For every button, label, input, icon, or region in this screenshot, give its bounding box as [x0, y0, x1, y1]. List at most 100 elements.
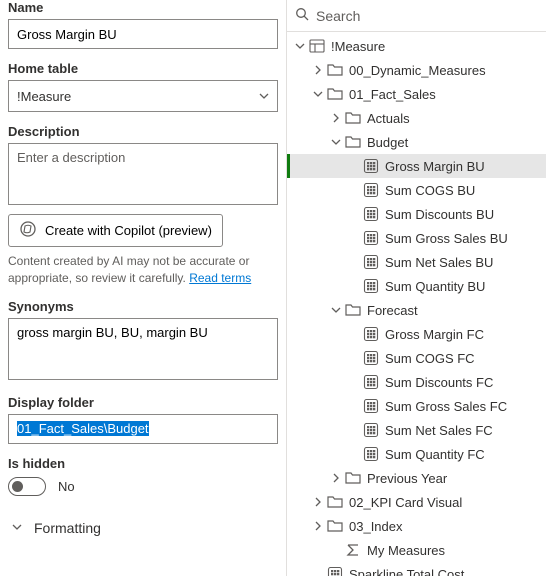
measure-icon: [363, 326, 379, 342]
tree-item[interactable]: Sparkline Total Cost: [287, 562, 546, 576]
read-terms-link[interactable]: Read terms: [189, 271, 251, 285]
synonyms-label: Synonyms: [8, 299, 278, 314]
tree-item[interactable]: Sum COGS BU: [287, 178, 546, 202]
copilot-icon: [19, 220, 37, 241]
chevron-down-icon[interactable]: [311, 89, 325, 99]
measure-icon: [363, 230, 379, 246]
tree-item[interactable]: Sum Gross Sales BU: [287, 226, 546, 250]
tree-item[interactable]: Actuals: [287, 106, 546, 130]
chevron-right-icon[interactable]: [329, 473, 343, 483]
tree-item[interactable]: 03_Index: [287, 514, 546, 538]
tree-item[interactable]: Sum Net Sales FC: [287, 418, 546, 442]
measure-icon: [363, 206, 379, 222]
tree-item[interactable]: Sum Discounts FC: [287, 370, 546, 394]
synonyms-input[interactable]: gross margin BU, BU, margin BU: [8, 318, 278, 380]
measure-icon: [363, 182, 379, 198]
tree-item-label: Sum Discounts FC: [385, 375, 493, 390]
folder-icon: [345, 302, 361, 318]
name-label: Name: [8, 0, 278, 15]
measure-icon: [363, 398, 379, 414]
tree-item-label: 03_Index: [349, 519, 403, 534]
tree-item[interactable]: Sum Quantity BU: [287, 274, 546, 298]
ai-disclaimer: Content created by AI may not be accurat…: [8, 253, 278, 287]
search-icon: [295, 7, 310, 25]
tree-item[interactable]: Sum Quantity FC: [287, 442, 546, 466]
fields-pane: !Measure 00_Dynamic_Measures 01_Fact_Sales…: [287, 0, 546, 576]
tree-item[interactable]: Gross Margin BU: [287, 154, 546, 178]
chevron-down-icon[interactable]: [293, 41, 307, 51]
home-table-label: Home table: [8, 61, 278, 76]
chevron-down-icon: [259, 91, 269, 101]
chevron-down-icon[interactable]: [329, 137, 343, 147]
folder-icon: [327, 62, 343, 78]
tree-item[interactable]: My Measures: [287, 538, 546, 562]
is-hidden-state: No: [58, 479, 75, 494]
copilot-label: Create with Copilot (preview): [45, 223, 212, 238]
is-hidden-toggle[interactable]: [8, 477, 46, 496]
folder-icon: [327, 494, 343, 510]
tree-item-label: My Measures: [367, 543, 445, 558]
display-folder-input[interactable]: 01_Fact_Sales\Budget: [8, 414, 278, 444]
tree-item-label: Sum Gross Sales BU: [385, 231, 508, 246]
table-icon: [309, 38, 325, 54]
tree-item[interactable]: Gross Margin FC: [287, 322, 546, 346]
properties-pane: Name Home table !Measure Description Cre…: [0, 0, 287, 576]
tree-item-label: 00_Dynamic_Measures: [349, 63, 486, 78]
folder-icon: [345, 470, 361, 486]
tree-item[interactable]: Sum Discounts BU: [287, 202, 546, 226]
description-input[interactable]: [8, 143, 278, 205]
folder-icon: [345, 134, 361, 150]
name-input[interactable]: [8, 19, 278, 49]
tree-item[interactable]: 01_Fact_Sales: [287, 82, 546, 106]
measure-icon: [363, 374, 379, 390]
tree-item-label: Sum Quantity BU: [385, 279, 485, 294]
measure-icon: [363, 158, 379, 174]
chevron-right-icon[interactable]: [311, 521, 325, 531]
measure-icon: [363, 350, 379, 366]
measure-icon: [363, 254, 379, 270]
fields-tree: !Measure 00_Dynamic_Measures 01_Fact_Sales…: [287, 32, 546, 576]
tree-item[interactable]: !Measure: [287, 34, 546, 58]
search-input[interactable]: [316, 8, 538, 24]
is-hidden-label: Is hidden: [8, 456, 278, 471]
tree-item[interactable]: Sum Net Sales BU: [287, 250, 546, 274]
tree-item-label: Sum Gross Sales FC: [385, 399, 507, 414]
tree-item-label: Gross Margin FC: [385, 327, 484, 342]
tree-item[interactable]: Budget: [287, 130, 546, 154]
home-table-value: !Measure: [17, 89, 259, 104]
tree-item[interactable]: Forecast: [287, 298, 546, 322]
tree-item[interactable]: 02_KPI Card Visual: [287, 490, 546, 514]
copilot-button[interactable]: Create with Copilot (preview): [8, 214, 223, 247]
tree-item-label: Sum Net Sales BU: [385, 255, 493, 270]
description-label: Description: [8, 124, 278, 139]
sigma-icon: [345, 542, 361, 558]
tree-item-label: Sum Quantity FC: [385, 447, 485, 462]
tree-item-label: Sparkline Total Cost: [349, 567, 464, 576]
tree-item-label: Sum Net Sales FC: [385, 423, 493, 438]
chevron-right-icon[interactable]: [329, 113, 343, 123]
chevron-down-icon[interactable]: [329, 305, 343, 315]
tree-item-label: Budget: [367, 135, 408, 150]
tree-item-label: Forecast: [367, 303, 418, 318]
tree-item[interactable]: Sum COGS FC: [287, 346, 546, 370]
tree-item-label: Sum COGS BU: [385, 183, 475, 198]
measure-icon: [363, 446, 379, 462]
tree-item[interactable]: Sum Gross Sales FC: [287, 394, 546, 418]
tree-item-label: 02_KPI Card Visual: [349, 495, 462, 510]
display-folder-value: 01_Fact_Sales\Budget: [17, 421, 149, 436]
chevron-right-icon[interactable]: [311, 65, 325, 75]
chevron-down-icon: [12, 522, 24, 534]
tree-item[interactable]: Previous Year: [287, 466, 546, 490]
tree-item-label: Actuals: [367, 111, 410, 126]
tree-item[interactable]: 00_Dynamic_Measures: [287, 58, 546, 82]
folder-icon: [327, 86, 343, 102]
tree-item-label: 01_Fact_Sales: [349, 87, 436, 102]
tree-item-label: Sum Discounts BU: [385, 207, 494, 222]
chevron-right-icon[interactable]: [311, 497, 325, 507]
tree-item-label: Previous Year: [367, 471, 447, 486]
tree-item-label: Sum COGS FC: [385, 351, 475, 366]
formatting-section[interactable]: Formatting: [8, 510, 278, 546]
measure-icon: [327, 566, 343, 576]
measure-icon: [363, 278, 379, 294]
home-table-dropdown[interactable]: !Measure: [8, 80, 278, 112]
